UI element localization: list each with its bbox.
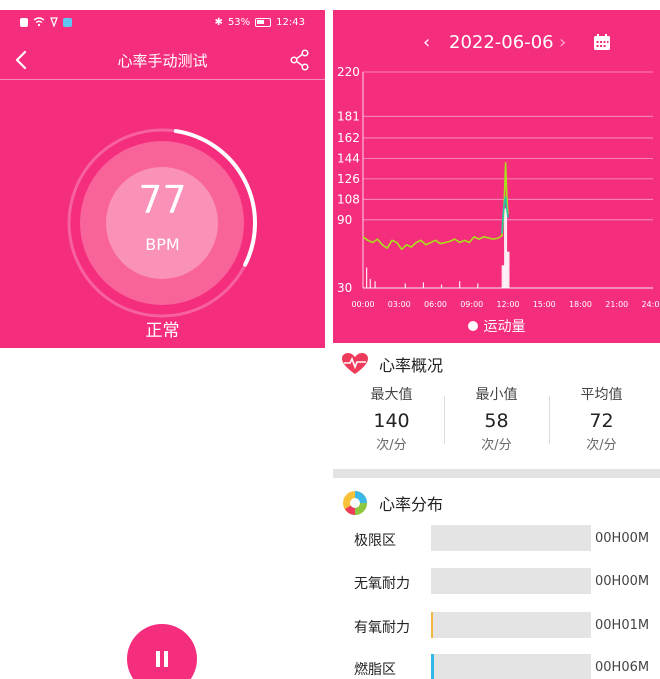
zone-duration: 00H00M: [595, 531, 650, 546]
zone-row: 有氧耐力 00H01M: [333, 610, 660, 640]
history-screen: ‹ 2022-06-06 › 00:00 03:00 06:00 09:00 12:00…: [333, 0, 660, 679]
bpm-unit: BPM: [145, 235, 180, 254]
legend-label: 运动量: [483, 319, 526, 335]
bluetooth-icon: ✱: [214, 17, 223, 28]
heartbeat-icon: [342, 353, 368, 374]
shield-app-icon: [63, 17, 72, 27]
stat-value: 140: [373, 410, 410, 432]
x-tick-label: 06:00: [424, 300, 447, 309]
activity-bar: [459, 281, 461, 288]
zone-bar-fill: [431, 654, 435, 679]
x-tick-label: 24:00: [641, 300, 660, 309]
x-tick-label: 21:00: [605, 300, 628, 309]
current-date[interactable]: 2022-06-06: [449, 32, 554, 53]
x-tick-label: 09:00: [460, 300, 483, 309]
signal-icon: [50, 17, 58, 27]
zone-label: 极限区: [354, 533, 396, 549]
wifi-icon: [33, 17, 45, 27]
zone-duration: 00H06M: [595, 660, 650, 675]
stat-label: 最小值: [475, 387, 518, 403]
y-tick-label: 108: [337, 192, 360, 206]
zone-row: 无氧耐力 00H00M: [333, 566, 660, 596]
x-tick-label: 18:00: [569, 300, 592, 309]
heart-rate-line: [362, 162, 509, 251]
zone-bar-track: [431, 612, 591, 638]
stat-unit: 次/分: [376, 438, 407, 453]
clock: 12:43: [276, 17, 305, 28]
activity-bar: [374, 281, 376, 288]
activity-bar: [440, 284, 443, 288]
battery-percent: 53%: [227, 17, 251, 28]
stat-value: 58: [484, 410, 509, 432]
battery-icon: [255, 18, 272, 27]
divider: [549, 396, 550, 444]
zone-label: 无氧耐力: [354, 576, 410, 592]
x-tick-label: 15:00: [533, 300, 556, 309]
section-separator: [333, 469, 660, 478]
zone-label: 燃脂区: [354, 662, 396, 678]
zone-bar-fill: [431, 612, 433, 638]
activity-bar: [422, 282, 425, 288]
measure-status: 正常: [145, 321, 180, 341]
zone-row: 燃脂区 00H06M: [333, 652, 660, 679]
next-day-button[interactable]: ›: [559, 32, 566, 53]
zone-bar-track: [431, 525, 591, 551]
stat-unit: 次/分: [586, 438, 617, 453]
divider: [444, 396, 445, 444]
y-tick-label: 144: [337, 151, 360, 165]
heart-rate-gauge: [67, 128, 257, 318]
activity-bar: [506, 251, 510, 288]
chart-legend: 运动量: [333, 316, 660, 336]
status-bar: ✱ 53% 12:43: [0, 14, 325, 34]
y-tick-label: 30: [337, 281, 352, 295]
calendar-icon[interactable]: [593, 33, 611, 51]
overview-header: 心率概况: [341, 352, 443, 376]
distribution-header: 心率分布: [341, 489, 443, 517]
activity-bar: [366, 267, 368, 288]
activity-bar: [404, 283, 406, 288]
b-icon: [20, 17, 28, 27]
distribution-title: 心率分布: [379, 495, 444, 514]
stat-value: 72: [589, 410, 614, 432]
x-tick-label: 12:00: [496, 300, 519, 309]
page-title: 心率手动测试: [117, 52, 208, 70]
zone-row: 极限区 00H00M: [333, 523, 660, 553]
share-icon[interactable]: [289, 48, 311, 72]
measure-screen: ✱ 53% 12:43 心率手动测试 77 BPM 正常: [0, 0, 325, 679]
top-bar: 心率手动测试: [0, 44, 325, 80]
stat-label: 最大值: [370, 387, 413, 403]
pause-button[interactable]: [127, 624, 197, 679]
stat-max: 最大值 140 次/分: [337, 384, 446, 453]
zone-label: 有氧耐力: [354, 620, 410, 636]
y-tick-label: 181: [337, 109, 360, 123]
activity-bar: [369, 278, 371, 288]
overview-stats: 最大值 140 次/分 最小值 58 次/分 平均值 72 次/分: [333, 384, 660, 456]
y-tick-label: 220: [337, 65, 360, 79]
date-navigation: ‹ 2022-06-06 ›: [333, 24, 660, 60]
y-tick-label: 162: [337, 131, 360, 145]
y-tick-label: 126: [337, 172, 360, 186]
zone-bar-track: [431, 568, 591, 594]
pause-icon: [156, 651, 160, 667]
zone-bar-track: [431, 654, 591, 679]
stat-unit: 次/分: [481, 438, 512, 453]
x-tick-label: 03:00: [388, 300, 411, 309]
y-tick-label: 90: [337, 213, 352, 227]
bpm-value: 77: [138, 178, 187, 222]
activity-bar: [477, 283, 479, 288]
stat-avg: 平均值 72 次/分: [547, 384, 656, 453]
zone-duration: 00H01M: [595, 618, 650, 633]
stat-min: 最小值 58 次/分: [442, 384, 551, 453]
heart-rate-chart: 00:00 03:00 06:00 09:00 12:00 15:00 18:00 21:00…: [337, 65, 660, 309]
overview-title: 心率概况: [379, 356, 444, 375]
pie-chart-icon: [343, 491, 367, 515]
x-tick-label: 00:00: [351, 300, 374, 309]
prev-day-button[interactable]: ‹: [423, 32, 430, 53]
zone-duration: 00H00M: [595, 574, 650, 589]
pause-icon-bar: [164, 651, 168, 667]
stat-label: 平均值: [580, 387, 623, 403]
legend-dot-icon: [467, 321, 478, 331]
